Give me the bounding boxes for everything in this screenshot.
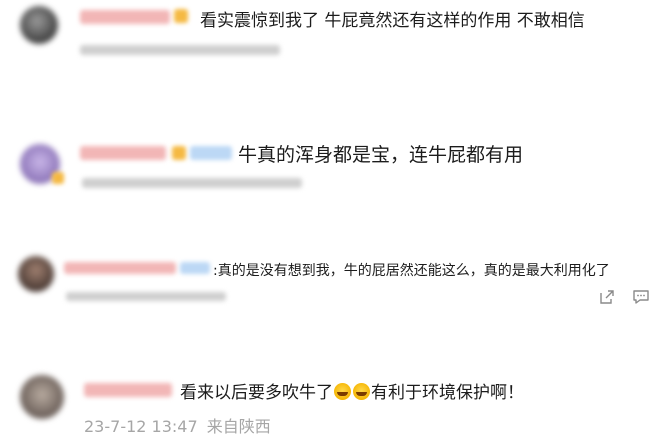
avatar[interactable] [20, 6, 58, 44]
user-badge [190, 146, 232, 160]
comment-meta: 23-7-12 13:47 来自陕西 [84, 413, 271, 437]
comment-text: 看实震惊到我了 牛屁竟然还有这样的作用 不敢相信 [200, 11, 585, 31]
comment-item: :真的是没有想到我，牛的屁居然还能这么，真的是最大利用化了 [0, 250, 660, 320]
comment-meta-blurred [82, 178, 302, 188]
comment-text-part2: 有利于环境保护啊！ [371, 383, 524, 403]
comment-text-part1: 看来以后要多吹牛了 [180, 383, 333, 403]
comment-meta-blurred [80, 45, 280, 55]
comment-location: 来自陕西 [206, 417, 271, 436]
avatar[interactable] [20, 375, 64, 419]
user-badge [174, 9, 188, 23]
comment-meta-blurred [66, 292, 226, 301]
comment-item: 看实震惊到我了 牛屁竟然还有这样的作用 不敢相信 [0, 0, 660, 110]
comment-icon[interactable] [632, 288, 650, 306]
share-icon[interactable] [598, 288, 616, 306]
laughing-tears-emoji-icon [353, 383, 370, 400]
avatar-badge [52, 172, 64, 184]
comment-text: 看来以后要多吹牛了 有利于环境保护啊！ [180, 378, 524, 403]
username-blurred[interactable] [80, 10, 170, 24]
username-blurred[interactable] [80, 146, 166, 160]
comment-item: 看来以后要多吹牛了 有利于环境保护啊！ 23-7-12 13:47 来自陕西 [0, 365, 660, 445]
user-badge [172, 146, 186, 160]
laughing-tears-emoji-icon [334, 383, 351, 400]
username-blurred[interactable] [84, 383, 172, 397]
username-blurred[interactable] [64, 262, 176, 274]
user-badge [180, 262, 210, 274]
comment-item: 牛真的浑身都是宝，连牛屁都有用 [0, 130, 660, 220]
avatar[interactable] [18, 256, 54, 292]
comment-text: :真的是没有想到我，牛的屁居然还能这么，真的是最大利用化了 [213, 263, 610, 279]
comment-text: 牛真的浑身都是宝，连牛屁都有用 [238, 144, 524, 166]
comment-timestamp: 23-7-12 13:47 [84, 417, 198, 436]
